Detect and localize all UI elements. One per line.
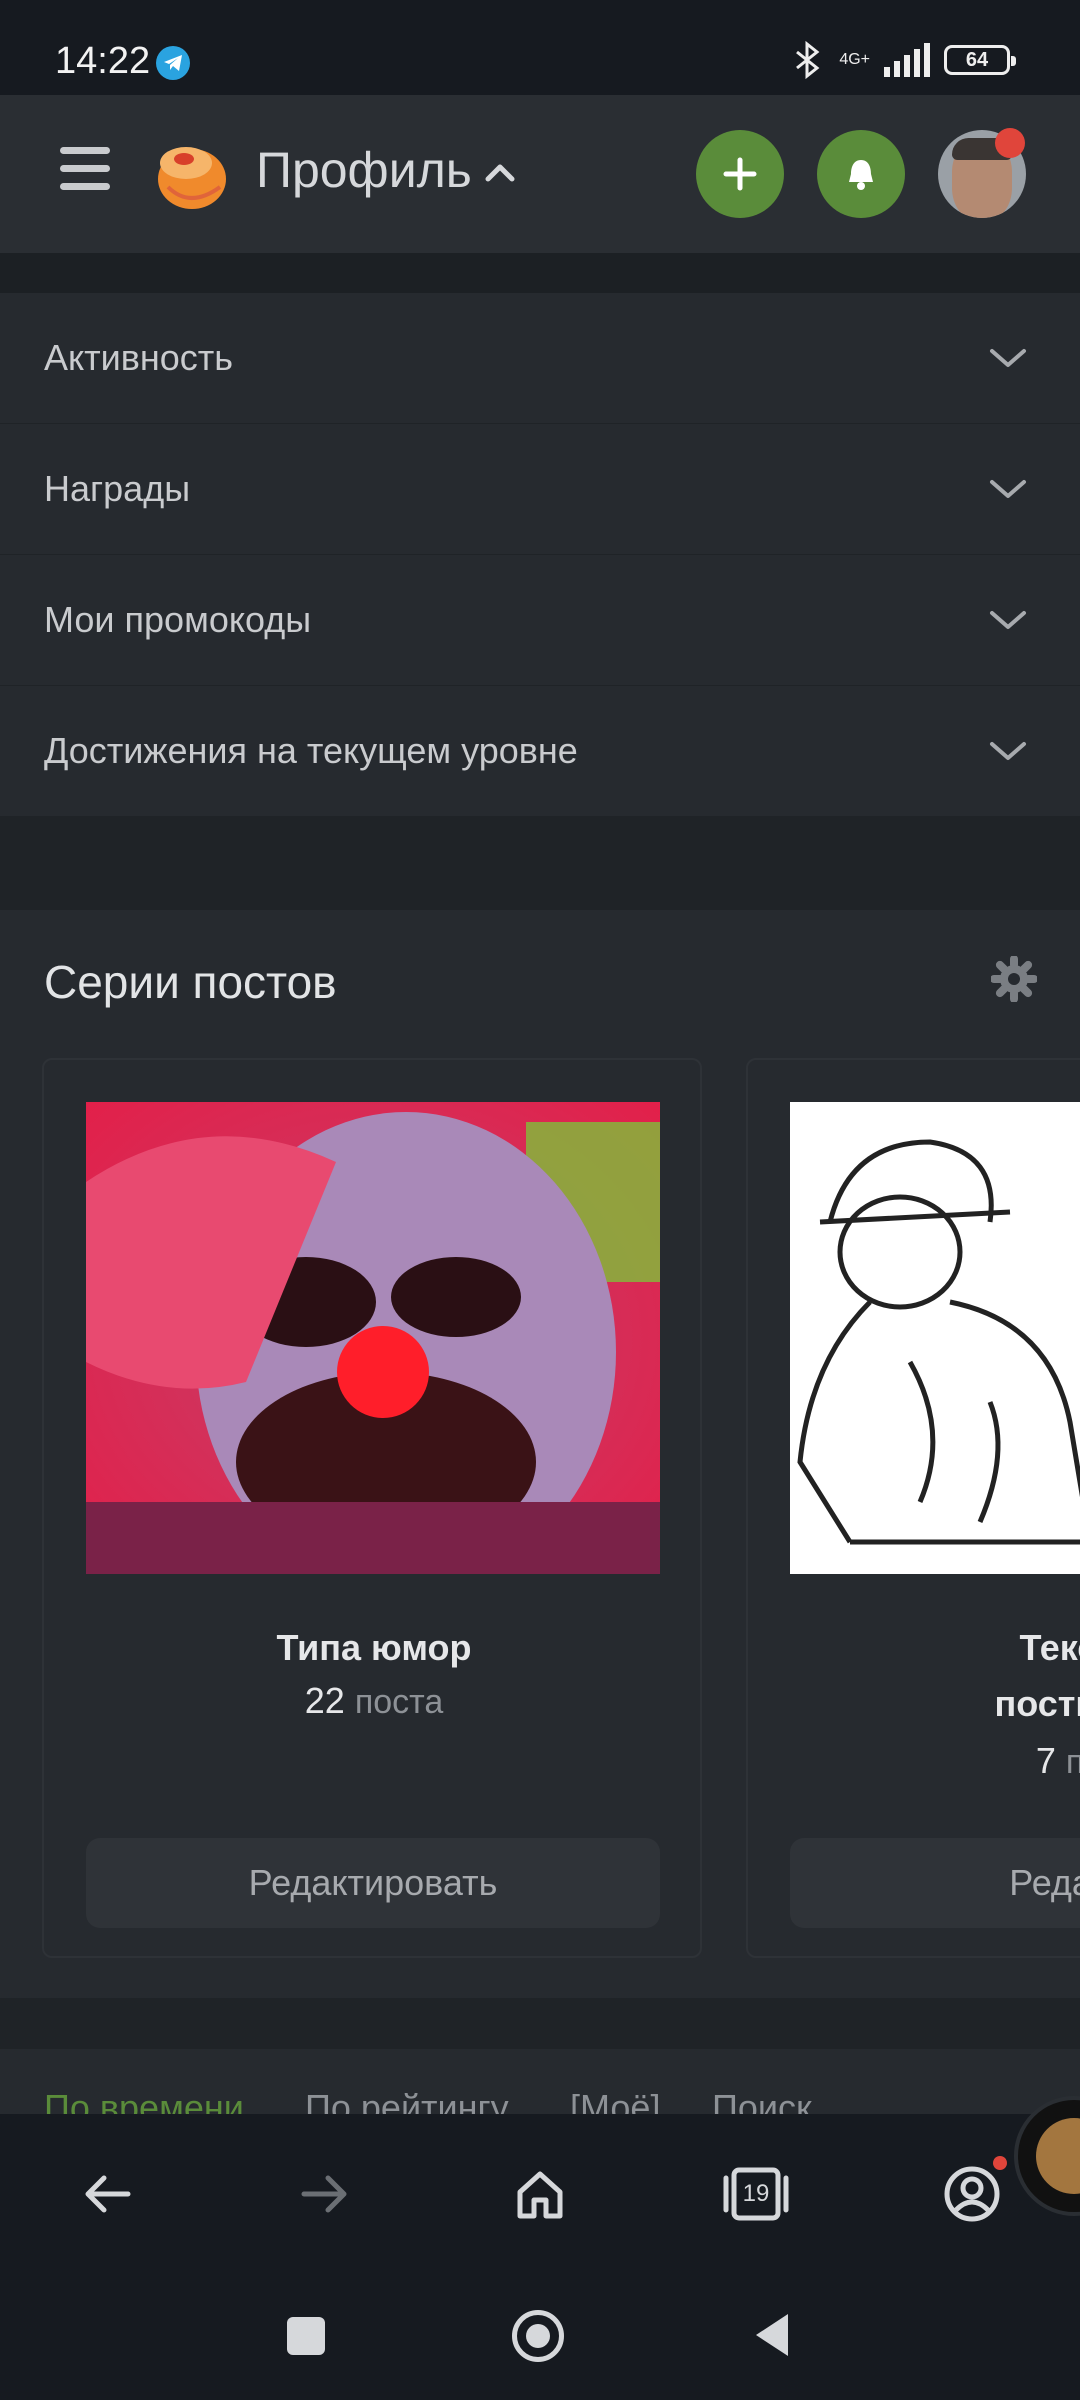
app-header: Профиль (0, 95, 1080, 255)
count-unit: пос (1065, 1743, 1080, 1781)
section-divider (0, 253, 1080, 293)
chevron-down-icon (990, 480, 1026, 498)
app-logo[interactable] (150, 135, 230, 211)
count-value: 22 (304, 1680, 345, 1721)
status-time: 14:22 (55, 40, 151, 82)
account-icon[interactable] (942, 2164, 1002, 2224)
count-unit: поста (354, 1683, 444, 1721)
series-title: Тексто посты(ду (994, 1627, 1080, 1724)
tab-by-rating[interactable]: По рейтингу (305, 2087, 509, 2114)
chevron-up-icon[interactable] (482, 157, 518, 187)
bluetooth-icon (796, 40, 820, 80)
series-cover-image[interactable] (790, 1102, 1080, 1574)
menu-icon[interactable] (60, 147, 110, 197)
bell-icon (849, 160, 873, 190)
edit-button[interactable]: Редакти (790, 1838, 1080, 1928)
accordion-label: Достижения на текущем уровне (44, 730, 578, 771)
status-icons: 4G+ 64 (791, 40, 1016, 80)
forward-arrow-icon[interactable] (294, 2164, 354, 2224)
status-bar: 14:22 4G+ 64 (0, 0, 1080, 95)
chevron-down-icon (990, 611, 1026, 629)
series-card[interactable]: Типа юмор 22 поста Редактировать (42, 1058, 702, 1958)
count-value: 7 (1035, 1740, 1056, 1781)
network-type: 4G+ (839, 51, 870, 68)
accordion-awards[interactable]: Награды (0, 424, 1080, 556)
series-cover-image[interactable] (86, 1102, 660, 1574)
add-post-button[interactable] (696, 130, 784, 218)
chevron-down-icon (990, 742, 1026, 760)
series-title: Типа юмор (276, 1627, 472, 1668)
accordion-label: Мои промокоды (44, 599, 312, 640)
series-post-count: 22 поста (44, 1680, 704, 1722)
accordion-label: Активность (44, 337, 234, 378)
browser-toolbar: 19 (0, 2114, 1080, 2274)
edit-button[interactable]: Редактировать (86, 1838, 660, 1928)
recent-apps-button[interactable] (287, 2317, 325, 2355)
tab-by-time[interactable]: По времени (44, 2087, 244, 2114)
tab-search[interactable]: Поиск (712, 2087, 812, 2114)
back-arrow-icon[interactable] (78, 2164, 138, 2224)
series-card[interactable]: Тексто посты(ду 7 пос Редакти (746, 1058, 1080, 1958)
home-icon[interactable] (510, 2164, 570, 2224)
tab-mine[interactable]: [Моё] (570, 2087, 660, 2114)
notifications-button[interactable] (817, 130, 905, 218)
system-navigation (0, 2274, 1080, 2400)
signal-icon (884, 43, 930, 77)
battery-icon: 64 (944, 45, 1016, 75)
accordion-label: Награды (44, 468, 191, 509)
notification-badge (993, 2156, 1007, 2170)
series-post-count: 7 пос (748, 1740, 1080, 1782)
gear-icon[interactable] (991, 956, 1037, 1002)
accordion-promocodes[interactable]: Мои промокоды (0, 555, 1080, 687)
section-divider (0, 818, 1080, 910)
fab-icon (1036, 2118, 1080, 2194)
accordion-achievements[interactable]: Достижения на текущем уровне (0, 686, 1080, 818)
posts-filter-tabs: По времени По рейтингу [Моё] Поиск (0, 2049, 1080, 2114)
plus-icon (723, 157, 757, 191)
back-button[interactable] (752, 2310, 792, 2360)
post-series-section: Серии постов Типа юмор 22 поста Редактир… (0, 910, 1080, 1998)
tabs-button[interactable]: 19 (722, 2160, 790, 2228)
accordion-activity[interactable]: Активность (0, 293, 1080, 425)
chevron-down-icon (990, 349, 1026, 367)
home-button[interactable] (512, 2310, 564, 2362)
page-title[interactable]: Профиль (256, 141, 472, 199)
section-title: Серии постов (44, 956, 337, 1008)
notification-badge (995, 128, 1025, 158)
telegram-icon (156, 46, 190, 80)
tab-count: 19 (742, 2180, 770, 2207)
